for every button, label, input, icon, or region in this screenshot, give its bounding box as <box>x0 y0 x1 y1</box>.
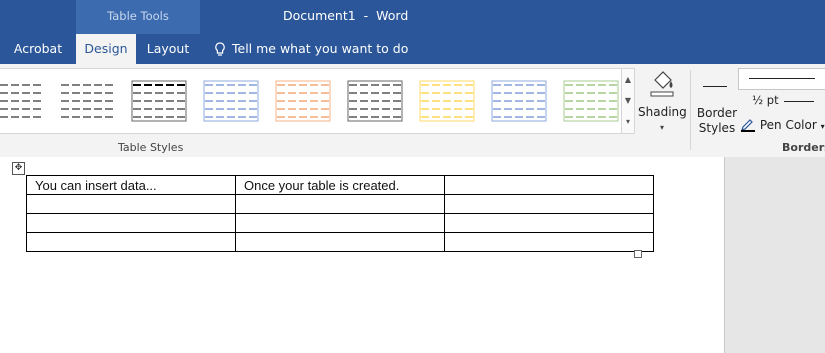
shading-label: Shading <box>638 105 687 119</box>
lightbulb-icon <box>215 42 225 56</box>
shading-button[interactable]: Shading ▾ <box>638 68 687 133</box>
document-table[interactable]: You can insert data... Once your table i… <box>26 175 654 252</box>
border-styles-label: Border Styles <box>696 106 738 135</box>
table-move-handle-icon[interactable]: ✥ <box>12 162 25 175</box>
pen-color-label: Pen Color <box>759 118 817 132</box>
table-cell[interactable]: You can insert data... <box>26 175 236 195</box>
table-cell[interactable] <box>235 213 445 233</box>
table-style-thumbnail[interactable] <box>562 79 620 123</box>
tab-design[interactable]: Design <box>76 34 136 64</box>
table-row <box>26 213 654 233</box>
line-weight-preview <box>784 101 814 102</box>
ribbon-tab-bar: Acrobat Design Layout Tell me what you w… <box>0 34 825 64</box>
line-style-select[interactable] <box>738 68 825 90</box>
table-tools-context: Table Tools <box>76 0 200 34</box>
table-style-thumbnail[interactable] <box>274 79 332 123</box>
table-style-thumbnail[interactable] <box>130 79 188 123</box>
table-cell[interactable] <box>444 175 654 195</box>
table-tools-label: Table Tools <box>107 9 169 23</box>
table-resize-handle[interactable] <box>634 250 642 258</box>
group-separator <box>690 70 691 150</box>
tab-acrobat[interactable]: Acrobat <box>0 34 76 64</box>
table-row: You can insert data... Once your table i… <box>26 175 654 195</box>
pen-color-dropdown-icon: ▾ <box>820 122 825 131</box>
gallery-scroll: ▲ ▼ ▾ <box>621 68 635 134</box>
gallery-more-icon[interactable]: ▾ <box>622 111 634 132</box>
table-style-thumbnail[interactable] <box>418 79 476 123</box>
gallery-up-icon[interactable]: ▲ <box>622 69 634 90</box>
table-cell[interactable] <box>235 194 445 214</box>
tell-me-label: Tell me what you want to do <box>232 41 409 56</box>
table-styles-group-label: Table Styles <box>118 141 184 154</box>
table-cell[interactable] <box>444 194 654 214</box>
tab-layout[interactable]: Layout <box>136 34 200 64</box>
tell-me-box[interactable]: Tell me what you want to do <box>214 34 408 64</box>
line-style-preview <box>749 78 815 79</box>
table-cell[interactable]: Once your table is created. <box>235 175 445 195</box>
gallery-down-icon[interactable]: ▼ <box>622 90 634 111</box>
table-cell[interactable] <box>235 232 445 252</box>
border-line-icon <box>703 86 727 87</box>
table-styles-gallery <box>0 68 622 134</box>
table-cell[interactable] <box>444 213 654 233</box>
paint-bucket-icon <box>650 71 674 97</box>
table-cell[interactable] <box>26 232 236 252</box>
line-weight-select[interactable]: ½ pt <box>738 92 824 110</box>
table-cell[interactable] <box>26 213 236 233</box>
table-row <box>26 194 654 214</box>
table-cell[interactable] <box>26 194 236 214</box>
line-weight-value: ½ pt <box>752 93 779 107</box>
table-style-thumbnail[interactable] <box>202 79 260 123</box>
pen-icon <box>741 119 755 132</box>
table-cell[interactable] <box>444 232 654 252</box>
shading-dropdown-icon: ▾ <box>659 123 664 132</box>
table-style-thumbnail[interactable] <box>490 79 548 123</box>
table-style-thumbnail[interactable] <box>346 79 404 123</box>
table-style-thumbnail[interactable] <box>0 79 44 123</box>
borders-group-label: Borders <box>782 141 825 154</box>
table-row <box>26 232 654 252</box>
pen-color-button[interactable]: Pen Color ▾ <box>740 116 825 134</box>
document-title: Document1 - Word <box>283 8 409 23</box>
table-style-thumbnail[interactable] <box>58 79 116 123</box>
document-margin-area <box>724 157 825 353</box>
